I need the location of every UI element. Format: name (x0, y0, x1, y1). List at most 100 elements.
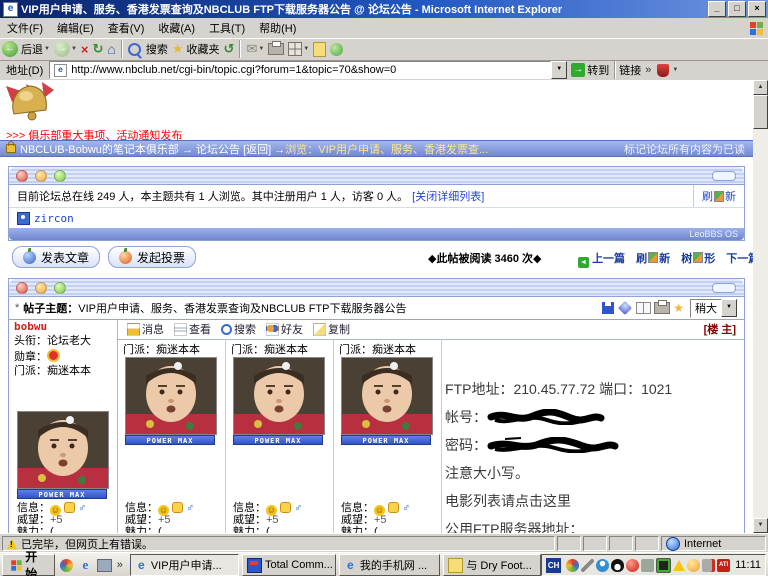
refresh-label-b: 新 (725, 188, 736, 204)
copy-button[interactable]: 复制 (313, 321, 350, 337)
tray-qq-icon[interactable] (611, 559, 624, 572)
task-button[interactable]: 与 Dry Foot... (443, 554, 541, 576)
profile-card: 门派：痴迷本本 POWER MAX 信息：☺♂ 威望：+5 (335, 339, 439, 533)
search-button[interactable]: 搜索 (128, 41, 168, 57)
close-button[interactable]: × (748, 1, 766, 17)
quick-launch-chevron-icon[interactable]: » (117, 559, 123, 571)
edit-button[interactable]: ▼ (288, 42, 309, 56)
new-post-button[interactable]: 发表文章 (12, 246, 100, 268)
baby-photo (17, 411, 109, 489)
home-button[interactable]: ⌂ (107, 41, 115, 57)
edit-caret-icon[interactable]: ▼ (303, 46, 309, 52)
task-button[interactable]: Total Comm... (242, 554, 336, 576)
forward-button[interactable]: → ▼ (54, 41, 77, 57)
scroll-up-button[interactable]: ▲ (753, 80, 768, 95)
view-button[interactable]: 查看 (174, 321, 211, 337)
movie-list-line[interactable]: 电影列表请点击这里 (445, 487, 745, 515)
mail-button[interactable]: ✉ ▼ (246, 41, 264, 57)
breadcrumb-path[interactable]: NBCLUB-Bobwu的笔记本俱乐部 → 论坛公告 [返回] → (20, 141, 285, 157)
address-input[interactable]: e http://www.nbclub.net/cgi-bin/topic.cg… (49, 61, 551, 79)
scrollbar-thumb[interactable] (753, 95, 768, 129)
search-icon (128, 43, 141, 56)
minimize-button[interactable]: _ (708, 1, 726, 17)
quick-launch-item[interactable]: e (77, 557, 93, 574)
tray-gray-app-icon[interactable] (641, 559, 654, 572)
qq-icon[interactable] (64, 502, 75, 513)
task-button[interactable]: e 我的手机网 ... (339, 554, 441, 576)
menu-tools[interactable]: 工具(T) (202, 18, 252, 38)
links-label[interactable]: 链接 (619, 62, 641, 78)
tray-face-icon[interactable] (687, 559, 700, 572)
links-chevron-icon[interactable]: » (645, 64, 651, 76)
messenger-button[interactable] (330, 43, 343, 56)
taskbar-clock[interactable]: 11:11 (735, 559, 761, 571)
print-topic-icon[interactable] (654, 302, 670, 314)
scroll-down-button[interactable]: ▼ (753, 518, 768, 533)
panel-refresh-link[interactable]: 刷 新 (693, 185, 744, 207)
save-icon[interactable] (602, 302, 614, 314)
tray-volume-icon[interactable] (702, 559, 715, 572)
qq-icon[interactable] (388, 502, 399, 513)
discuss-button[interactable] (313, 42, 326, 57)
tray-warning-icon[interactable] (673, 560, 685, 571)
baby-photo (233, 357, 325, 435)
print-button[interactable] (268, 43, 284, 55)
tray-ati-icon[interactable]: ATI (717, 559, 730, 572)
copy-icon (313, 323, 326, 336)
refresh-link[interactable]: 刷新 (636, 253, 670, 265)
antivirus-caret-icon[interactable]: ▼ (672, 67, 678, 73)
user-icon (17, 212, 30, 225)
forward-caret-icon[interactable]: ▼ (71, 46, 77, 52)
close-detail-link[interactable]: [关闭详细列表] (412, 188, 484, 204)
vertical-scrollbar[interactable]: ▲ ▼ (753, 80, 768, 533)
menu-favorites[interactable]: 收藏(A) (151, 18, 202, 38)
tray-messenger-icon[interactable] (596, 559, 609, 572)
refresh-button[interactable]: ↻ (93, 41, 104, 57)
antivirus-icon[interactable] (657, 64, 669, 77)
address-dropdown-button[interactable]: ▼ (551, 61, 567, 79)
menu-edit[interactable]: 编辑(E) (50, 18, 101, 38)
windows-logo-icon (10, 559, 21, 571)
tray-pen-icon[interactable] (581, 559, 594, 572)
back-caret-icon[interactable]: ▼ (44, 46, 50, 52)
restore-button[interactable]: □ (728, 1, 746, 17)
go-button[interactable]: → 转到 (569, 62, 609, 78)
history-button[interactable]: ↺ (224, 41, 235, 57)
qq-icon[interactable] (172, 502, 183, 513)
favorite-topic-icon[interactable]: ★ (673, 301, 684, 315)
start-button[interactable]: 开始 (2, 554, 55, 576)
new-vote-button[interactable]: 发起投票 (108, 246, 196, 268)
menu-view[interactable]: 查看(V) (101, 18, 152, 38)
tray-pinwheel-icon[interactable] (566, 559, 579, 572)
message-button[interactable]: 消息 (127, 321, 164, 337)
menu-file[interactable]: 文件(F) (0, 18, 50, 38)
qq-icon[interactable] (280, 502, 291, 513)
font-size-select[interactable]: 稍大 ▼ (690, 299, 738, 318)
language-indicator[interactable]: CH (546, 558, 561, 573)
quick-launch-item[interactable] (97, 557, 113, 574)
font-size-dropdown-icon[interactable]: ▼ (721, 299, 737, 317)
friend-button[interactable]: 好友 (266, 321, 303, 337)
ie-icon: e (344, 559, 357, 572)
mail-caret-icon[interactable]: ▼ (258, 46, 264, 52)
viewer-link[interactable]: zircon (34, 212, 74, 225)
column-divider (225, 339, 226, 533)
task-button-active[interactable]: e VIP用户申请... (130, 554, 239, 576)
question-icon[interactable] (618, 301, 632, 315)
prev-arrow-icon[interactable]: ◄ (578, 257, 589, 268)
prev-link[interactable]: 上一篇 (592, 253, 625, 265)
tray-monitor-icon[interactable] (656, 558, 671, 573)
menu-help[interactable]: 帮助(H) (252, 18, 303, 38)
profile-card: POWER MAX 信息：☺♂ 威望：+5 魅力：( 经验： 现金：41814 … (11, 319, 115, 533)
panel-pill-icon (712, 171, 736, 181)
quick-launch-item[interactable] (58, 557, 74, 574)
stop-button[interactable]: × (81, 42, 89, 57)
search-post-button[interactable]: 搜索 (221, 321, 256, 337)
tree-view-link[interactable]: 树形 (681, 253, 715, 265)
book-icon[interactable] (636, 302, 651, 314)
back-button[interactable]: ← 后退 ▼ (2, 41, 50, 57)
favorites-button[interactable]: ★ 收藏夹 (172, 41, 220, 57)
tray-red-app-icon[interactable] (626, 559, 639, 572)
mark-all-read-link[interactable]: 标记论坛所有内容为已读 (624, 141, 745, 157)
next-link[interactable]: 下一篇 (726, 253, 753, 265)
